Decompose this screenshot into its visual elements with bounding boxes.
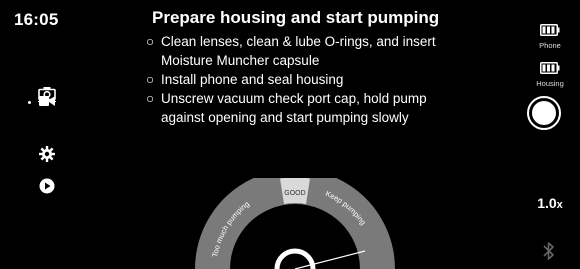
- gear-icon[interactable]: [38, 145, 56, 163]
- step-text-continued: against opening and start pumping slowly: [161, 110, 409, 125]
- housing-battery-icon: [540, 62, 560, 74]
- active-mode-indicator: [28, 101, 31, 104]
- gauge-good-label: GOOD: [284, 190, 305, 197]
- video-camera-icon[interactable]: [38, 92, 56, 110]
- phone-battery-icon: [540, 24, 560, 36]
- status-time: 16:05: [14, 10, 59, 29]
- zoom-value: 1.0: [537, 195, 557, 211]
- bluetooth-icon[interactable]: [540, 241, 558, 261]
- step-text: Install phone and seal housing: [161, 72, 344, 87]
- list-item: ○ Unscrew vacuum check port cap, hold pu…: [135, 89, 480, 127]
- instructions-list: ○ Clean lenses, clean & lube O-rings, an…: [135, 32, 480, 127]
- pump-pressure-gauge: Too much pumping GOOD Keep pumping: [195, 178, 395, 269]
- list-item: ○ Clean lenses, clean & lube O-rings, an…: [135, 32, 480, 70]
- step-text-continued: Moisture Muncher capsule: [161, 53, 320, 68]
- step-text: Clean lenses, clean & lube O-rings, and …: [161, 34, 436, 49]
- right-panel: Phone Housing 1.0x: [520, 0, 580, 269]
- zoom-level[interactable]: 1.0x: [520, 195, 580, 211]
- shutter-button-inner: [532, 101, 556, 125]
- play-icon[interactable]: [38, 177, 56, 195]
- instructions-title: Prepare housing and start pumping: [152, 8, 440, 27]
- step-text: Unscrew vacuum check port cap, hold pump: [161, 91, 427, 106]
- bullet-icon: ○: [146, 34, 155, 49]
- bullet-icon: ○: [146, 91, 155, 106]
- instructions-panel: Prepare housing and start pumping ○ Clea…: [135, 8, 480, 127]
- phone-battery-label: Phone: [539, 41, 561, 50]
- shutter-button[interactable]: [527, 96, 561, 130]
- zoom-unit: x: [556, 199, 563, 211]
- bullet-icon: ○: [146, 72, 155, 87]
- housing-battery-label: Housing: [536, 79, 564, 88]
- list-item: ○ Install phone and seal housing: [135, 70, 480, 89]
